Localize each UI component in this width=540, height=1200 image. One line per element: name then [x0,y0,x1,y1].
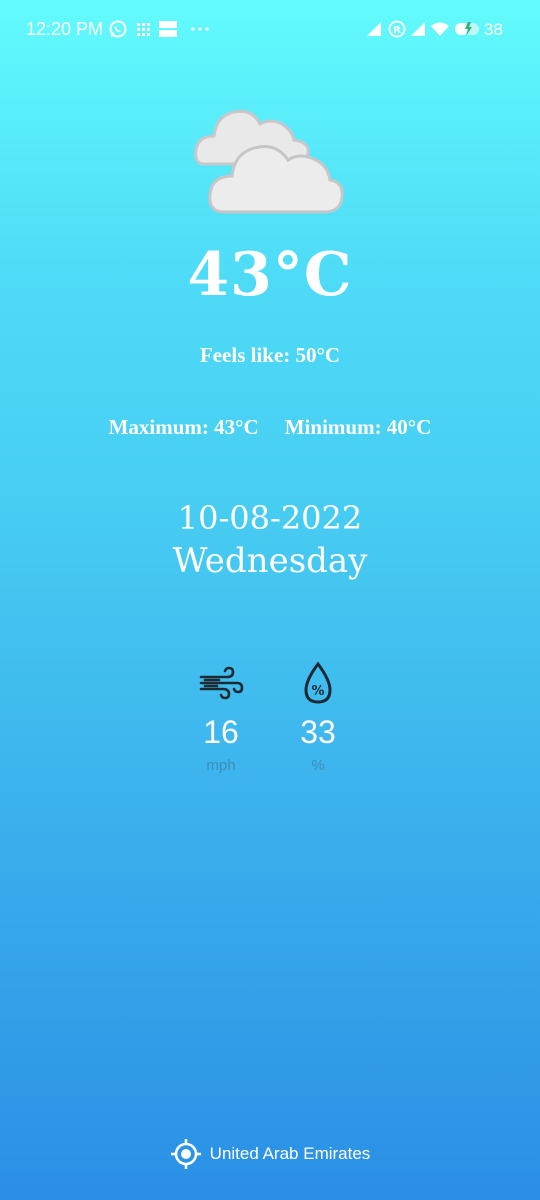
whatsapp-icon [109,20,127,38]
status-bar: 12:20 PM R 38 [0,0,540,58]
registered-icon: R [388,20,406,38]
temperature: 43°C [187,240,353,310]
wind-unit: mph [206,757,236,774]
grid-icon [137,23,150,36]
location-target-icon[interactable] [170,1138,202,1170]
wind-value: 16 [203,714,239,750]
humidity-unit: % [311,757,325,774]
battery-percent: 38 [484,20,503,39]
storage-icon [159,21,177,37]
humidity-stat: % 33 % [268,660,368,774]
wind-icon [199,666,244,700]
min-max-row: Maximum: 43°C Minimum: 40°C [0,415,540,440]
location[interactable]: United Arab Emirates [0,1138,540,1175]
feels-like: Feels like: 50°C [199,343,341,367]
status-time: 12:20 PM [26,19,104,39]
weekday: Wednesday [172,541,368,581]
humidity-icon: % [304,661,332,704]
svg-text:R: R [393,25,401,36]
maximum-temp: Maximum: 43°C [108,415,259,439]
signal-icon-2 [411,22,425,36]
cloudy-icon [194,109,344,214]
svg-text:%: % [311,684,324,699]
more-dots-icon [191,27,209,31]
location-name: United Arab Emirates [209,1144,371,1163]
battery-icon [455,22,479,36]
date: 10-08-2022 [177,499,363,537]
humidity-value: 33 [300,714,336,750]
signal-icon [367,22,381,36]
wind-stat: 16 mph [171,660,271,774]
minimum-temp: Minimum: 40°C [284,415,432,439]
wifi-icon [431,22,449,36]
